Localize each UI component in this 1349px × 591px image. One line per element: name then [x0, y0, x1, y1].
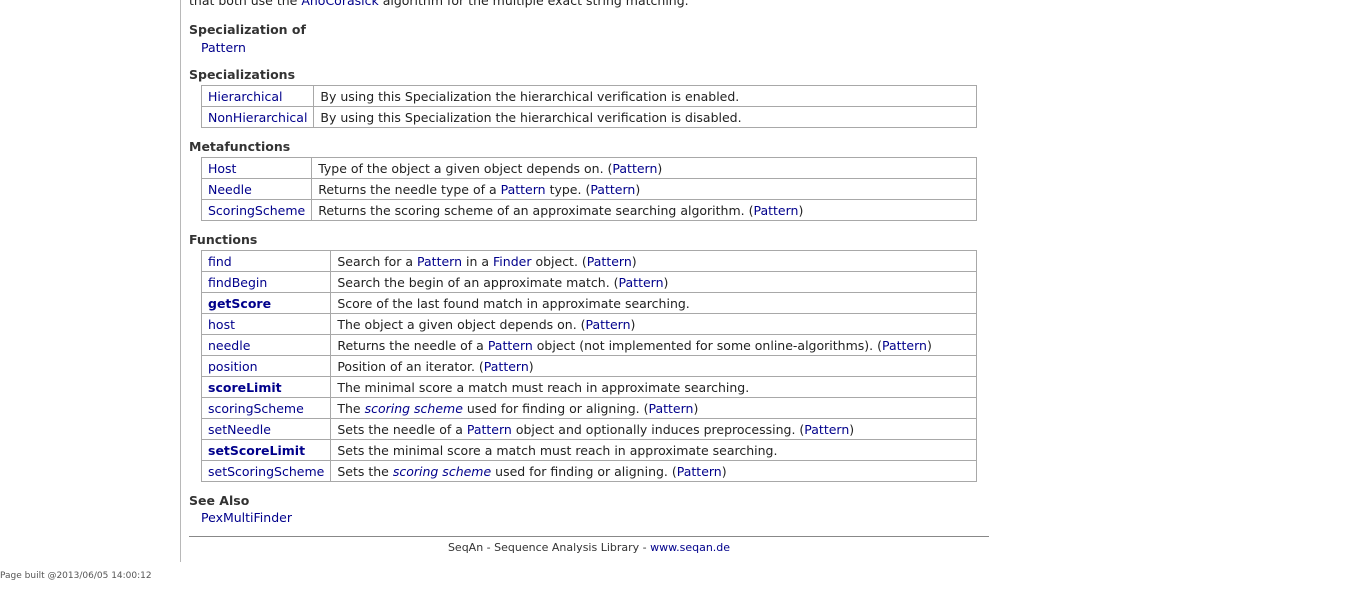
- link-ahocorasick[interactable]: AhoCorasick: [301, 0, 378, 8]
- table-row: position Position of an iterator. (Patte…: [200, 355, 977, 377]
- page-built-timestamp: Page built @2013/06/05 14:00:12: [0, 571, 152, 581]
- link-find[interactable]: find: [208, 254, 232, 269]
- link-findbegin[interactable]: findBegin: [208, 275, 267, 290]
- heading-see-also: See Also: [189, 493, 250, 508]
- description-cell: Position of an iterator. (Pattern): [330, 355, 977, 377]
- description-cell: Search for a Pattern in a Finder object.…: [330, 250, 977, 272]
- link-scoringscheme[interactable]: scoringScheme: [208, 401, 304, 416]
- description-cell: Sets the needle of a Pattern object and …: [330, 418, 977, 440]
- left-border-line: [180, 0, 181, 562]
- link-pattern-ref[interactable]: Pattern: [587, 254, 632, 269]
- description-cell: The object a given object depends on. (P…: [330, 313, 977, 335]
- description-cell: Score of the last found match in approxi…: [330, 292, 977, 314]
- table-row: getScore Score of the last found match i…: [200, 292, 977, 314]
- link-pattern[interactable]: Pattern: [488, 338, 533, 353]
- table-row: Host Type of the object a given object d…: [200, 157, 977, 179]
- link-pattern-ref[interactable]: Pattern: [612, 161, 657, 176]
- link-host-meta[interactable]: Host: [208, 161, 236, 176]
- table-row: setScoringScheme Sets the scoring scheme…: [200, 460, 977, 482]
- description-cell: The minimal score a match must reach in …: [330, 376, 977, 398]
- heading-metafunctions: Metafunctions: [189, 139, 291, 154]
- table-row: needle Returns the needle of a Pattern o…: [200, 334, 977, 356]
- description-cell: Sets the minimal score a match must reac…: [330, 439, 977, 461]
- heading-specializations: Specializations: [189, 67, 296, 82]
- link-pattern[interactable]: Pattern: [417, 254, 462, 269]
- table-row: ScoringScheme Returns the scoring scheme…: [200, 199, 977, 221]
- heading-functions: Functions: [189, 232, 258, 247]
- table-row: scoreLimit The minimal score a match mus…: [200, 376, 977, 398]
- heading-specialization-of: Specialization of: [189, 22, 306, 37]
- description-cell: Returns the needle type of a Pattern typ…: [311, 178, 977, 200]
- table-row: Needle Returns the needle type of a Patt…: [200, 178, 977, 200]
- link-scoringscheme-meta[interactable]: ScoringScheme: [208, 203, 305, 218]
- link-setscorelimit[interactable]: setScoreLimit: [208, 443, 305, 458]
- description-cell: Returns the needle of a Pattern object (…: [330, 334, 977, 356]
- description-cell: Returns the scoring scheme of an approxi…: [311, 199, 977, 221]
- link-setneedle[interactable]: setNeedle: [208, 422, 271, 437]
- link-setscoringscheme[interactable]: setScoringScheme: [208, 464, 324, 479]
- link-pattern[interactable]: Pattern: [467, 422, 512, 437]
- table-row: find Search for a Pattern in a Finder ob…: [200, 250, 977, 272]
- description-cell: By using this Specialization the hierarc…: [313, 106, 977, 128]
- link-pattern-ref[interactable]: Pattern: [484, 359, 529, 374]
- description-cell: The scoring scheme used for finding or a…: [330, 397, 977, 419]
- table-row: NonHierarchical By using this Specializa…: [200, 106, 977, 128]
- table-row: scoringScheme The scoring scheme used fo…: [200, 397, 977, 419]
- table-row: setScoreLimit Sets the minimal score a m…: [200, 439, 977, 461]
- link-scoring-scheme-term[interactable]: scoring scheme: [393, 464, 491, 479]
- link-needle-meta[interactable]: Needle: [208, 182, 252, 197]
- description-cell: Search the begin of an approximate match…: [330, 271, 977, 293]
- specializations-table: Hierarchical By using this Specializatio…: [200, 85, 977, 128]
- link-nonhierarchical[interactable]: NonHierarchical: [208, 110, 307, 125]
- link-host[interactable]: host: [208, 317, 235, 332]
- table-row: findBegin Search the begin of an approxi…: [200, 271, 977, 293]
- table-row: Hierarchical By using this Specializatio…: [200, 85, 977, 107]
- link-pattern-ref[interactable]: Pattern: [648, 401, 693, 416]
- link-pattern[interactable]: Pattern: [201, 40, 246, 55]
- metafunctions-table: Host Type of the object a given object d…: [200, 157, 977, 221]
- footer-divider: [189, 536, 989, 537]
- link-hierarchical[interactable]: Hierarchical: [208, 89, 283, 104]
- link-pattern-ref[interactable]: Pattern: [753, 203, 798, 218]
- link-pattern[interactable]: Pattern: [501, 182, 546, 197]
- link-pexmultifinder[interactable]: PexMultiFinder: [201, 510, 292, 525]
- link-scorelimit[interactable]: scoreLimit: [208, 380, 282, 395]
- footer: SeqAn - Sequence Analysis Library - www.…: [447, 541, 731, 554]
- link-pattern-ref[interactable]: Pattern: [804, 422, 849, 437]
- table-row: setNeedle Sets the needle of a Pattern o…: [200, 418, 977, 440]
- link-pattern-ref[interactable]: Pattern: [619, 275, 664, 290]
- description-cell: Type of the object a given object depend…: [311, 157, 977, 179]
- link-scoring-scheme-term[interactable]: scoring scheme: [365, 401, 463, 416]
- link-pattern-ref[interactable]: Pattern: [882, 338, 927, 353]
- link-finder[interactable]: Finder: [493, 254, 531, 269]
- link-seqan-website[interactable]: www.seqan.de: [650, 541, 730, 554]
- link-pattern-ref[interactable]: Pattern: [590, 182, 635, 197]
- description-cell: By using this Specialization the hierarc…: [313, 85, 977, 107]
- functions-table: find Search for a Pattern in a Finder ob…: [200, 250, 977, 482]
- description-cell: Sets the scoring scheme used for finding…: [330, 460, 977, 482]
- link-getscore[interactable]: getScore: [208, 296, 271, 311]
- link-position[interactable]: position: [208, 359, 258, 374]
- table-row: host The object a given object depends o…: [200, 313, 977, 335]
- intro-text: that both use the AhoCorasick algorithm …: [189, 0, 689, 8]
- link-pattern-ref[interactable]: Pattern: [677, 464, 722, 479]
- link-pattern-ref[interactable]: Pattern: [586, 317, 631, 332]
- link-needle[interactable]: needle: [208, 338, 250, 353]
